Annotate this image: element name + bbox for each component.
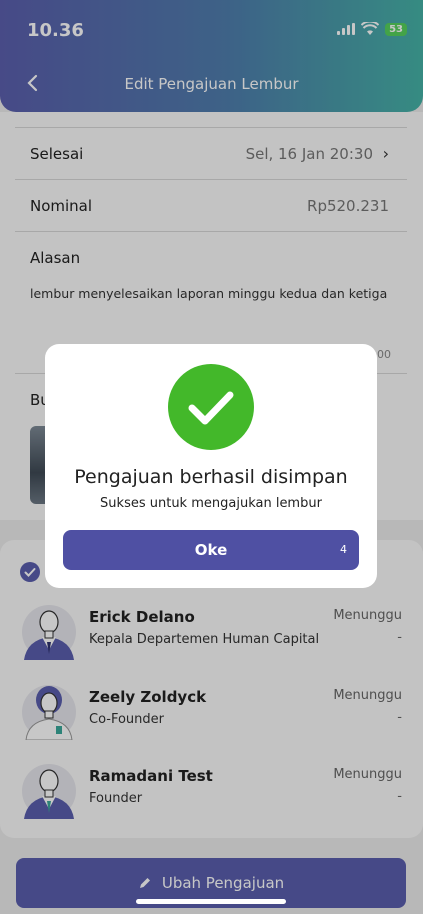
- success-check-icon: [168, 364, 254, 450]
- countdown-badge: 4: [340, 543, 347, 556]
- success-dialog: Pengajuan berhasil disimpan Sukses untuk…: [45, 344, 377, 588]
- home-indicator[interactable]: [136, 899, 286, 904]
- dialog-title: Pengajuan berhasil disimpan: [74, 466, 348, 488]
- dialog-subtitle: Sukses untuk mengajukan lembur: [100, 496, 322, 511]
- ok-button-label: Oke: [194, 541, 228, 559]
- ok-button[interactable]: Oke 4: [63, 530, 359, 570]
